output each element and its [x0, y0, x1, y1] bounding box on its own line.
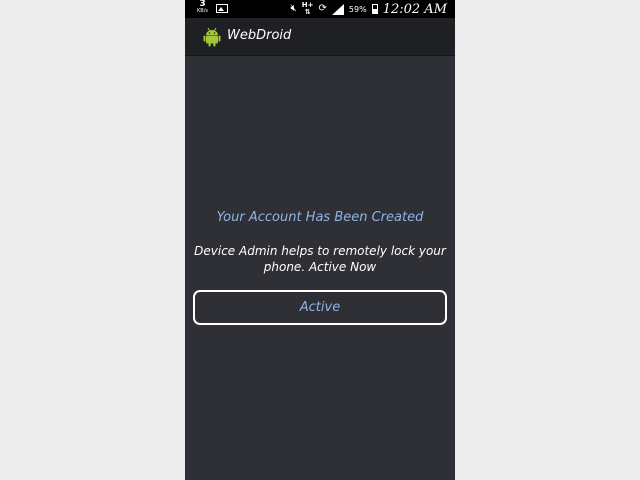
data-speed-unit: KB/s — [197, 8, 208, 14]
app-title: WebDroid — [227, 28, 292, 43]
status-bar: 3 KB/s 🔇︎ H+ ⇅ ⟳ 59% 12:02 AM — [185, 0, 455, 18]
battery-percent: 59% — [348, 4, 367, 14]
image-icon — [216, 4, 228, 13]
device-admin-message: Device Admin helps to remotely lock your… — [194, 244, 446, 274]
phone-screen: 3 KB/s 🔇︎ H+ ⇅ ⟳ 59% 12:02 AM WebDroid Y… — [185, 0, 455, 480]
android-icon — [203, 27, 221, 47]
action-bar: WebDroid — [185, 18, 455, 56]
clock: 12:02 AM — [382, 1, 447, 17]
battery-icon — [371, 4, 378, 14]
data-speed-value: 3 — [199, 0, 206, 9]
mute-icon: 🔇︎ — [290, 3, 297, 14]
main-content: Your Account Has Been Created Device Adm… — [185, 56, 455, 480]
network-hplus-icon: H+ ⇅ — [301, 1, 314, 16]
sync-icon: ⟳ — [318, 3, 327, 14]
active-button[interactable]: Active — [193, 290, 447, 325]
data-speed-indicator: 3 KB/s — [197, 0, 208, 15]
account-created-heading: Your Account Has Been Created — [216, 210, 424, 225]
signal-icon — [331, 3, 344, 15]
